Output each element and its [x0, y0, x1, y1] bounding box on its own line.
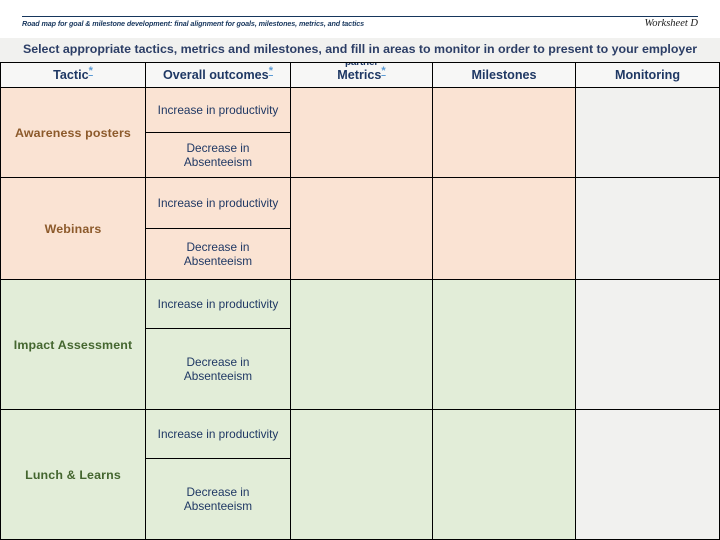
monitoring-cell[interactable]	[575, 178, 720, 280]
tactic-cell[interactable]: Lunch & Learns	[0, 410, 145, 540]
required-asterisk-icon: *	[381, 64, 386, 77]
outcomes-cell-group: Increase in productivity Decrease in Abse…	[145, 410, 290, 540]
column-header-overall-outcomes[interactable]: Overall outcomes*	[145, 62, 290, 88]
partner-annotation: partner	[344, 62, 379, 68]
outcomes-cell-group: Increase in productivity Decrease in Abse…	[145, 280, 290, 410]
monitoring-cell[interactable]	[575, 88, 720, 178]
required-asterisk-icon: *	[268, 64, 273, 77]
tactic-cell[interactable]: Webinars	[0, 178, 145, 280]
column-header-monitoring[interactable]: Monitoring	[575, 62, 720, 88]
outcome-cell-increase[interactable]: Increase in productivity	[145, 88, 290, 133]
column-header-label: Tactic*	[53, 64, 93, 82]
worksheet-page: Road map for goal & milestone developmen…	[0, 0, 720, 540]
column-header-label: Monitoring	[614, 68, 681, 82]
required-asterisk-icon: *	[88, 64, 93, 77]
worksheet-label: Worksheet D	[644, 18, 698, 29]
table-body: Awareness posters Increase in productivit…	[0, 88, 720, 540]
column-header-tactic[interactable]: Tactic*	[0, 62, 145, 88]
outcome-cell-increase[interactable]: Increase in productivity	[145, 280, 290, 329]
tactic-cell[interactable]: Impact Assessment	[0, 280, 145, 410]
column-header-label: Overall outcomes*	[163, 64, 273, 82]
column-header-label: Metrics* partner	[337, 63, 386, 82]
worksheet-table: Tactic* Overall outcomes* Metrics* partner M…	[0, 62, 720, 540]
milestones-cell[interactable]	[432, 88, 575, 178]
monitoring-cell[interactable]	[575, 410, 720, 540]
outcome-cell-increase[interactable]: Increase in productivity	[145, 178, 290, 229]
metrics-cell[interactable]	[290, 410, 432, 540]
outcome-cell-increase[interactable]: Increase in productivity	[145, 410, 290, 459]
outcome-cell-decrease[interactable]: Decrease in Absenteeism	[145, 459, 290, 540]
header-divider	[22, 16, 698, 17]
header-band: Road map for goal & milestone developmen…	[0, 0, 720, 38]
outcome-cell-decrease[interactable]: Decrease in Absenteeism	[145, 329, 290, 410]
outcome-cell-decrease[interactable]: Decrease in Absenteeism	[145, 229, 290, 280]
outcomes-cell-group: Increase in productivity Decrease in Abse…	[145, 88, 290, 178]
table-row: Webinars Increase in productivity Decrease…	[0, 178, 720, 280]
table-header-row: Tactic* Overall outcomes* Metrics* partner M…	[0, 62, 720, 88]
tactic-cell[interactable]: Awareness posters	[0, 88, 145, 178]
milestones-cell[interactable]	[432, 410, 575, 540]
metrics-cell[interactable]	[290, 88, 432, 178]
column-header-label: Milestones	[471, 68, 537, 82]
outcomes-cell-group: Increase in productivity Decrease in Abse…	[145, 178, 290, 280]
table-row: Awareness posters Increase in productivit…	[0, 88, 720, 178]
column-header-milestones[interactable]: Milestones	[432, 62, 575, 88]
instructions-text: Select appropriate tactics, metrics and …	[22, 42, 698, 56]
metrics-cell[interactable]	[290, 178, 432, 280]
outcome-cell-decrease[interactable]: Decrease in Absenteeism	[145, 133, 290, 178]
milestones-cell[interactable]	[432, 280, 575, 410]
milestones-cell[interactable]	[432, 178, 575, 280]
table-row: Impact Assessment Increase in productivit…	[0, 280, 720, 410]
metrics-cell[interactable]	[290, 280, 432, 410]
document-title: Road map for goal & milestone developmen…	[22, 19, 365, 28]
monitoring-cell[interactable]	[575, 280, 720, 410]
column-header-metrics[interactable]: Metrics* partner	[290, 62, 432, 88]
table-row: Lunch & Learns Increase in productivity De…	[0, 410, 720, 540]
